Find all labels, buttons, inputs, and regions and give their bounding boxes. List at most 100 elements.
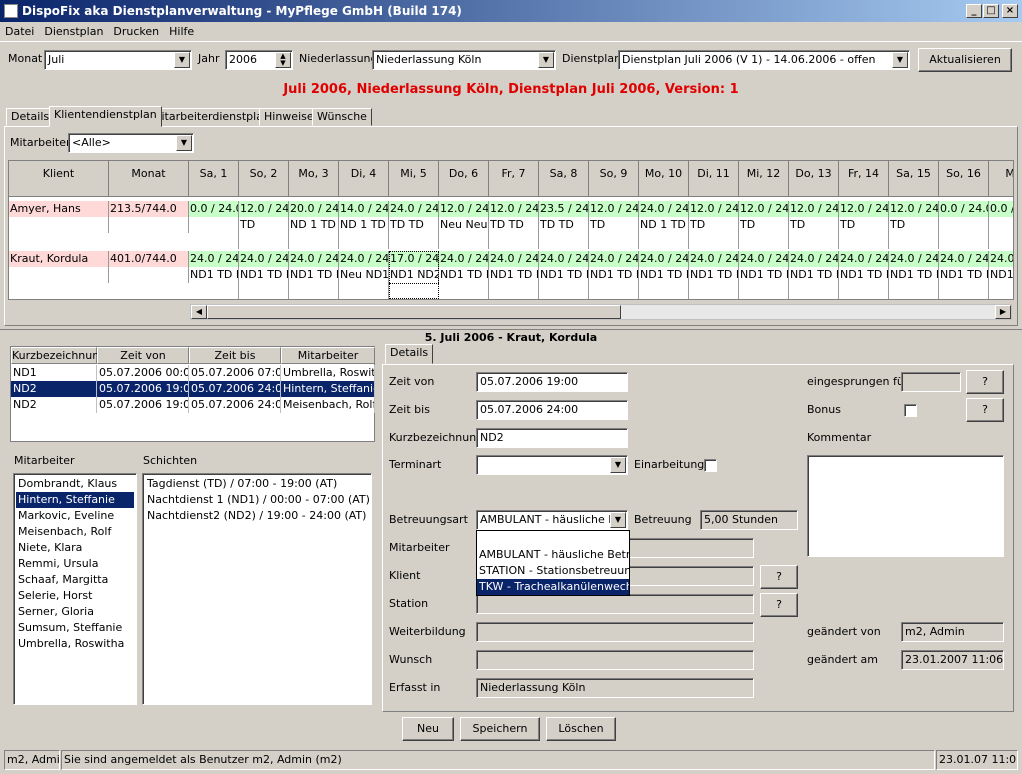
grid-cell[interactable]: ND1 TD N [189, 267, 239, 283]
maximize-button[interactable]: □ [983, 4, 999, 18]
grid-cell[interactable] [389, 233, 439, 249]
list-item[interactable]: Markovic, Eveline [16, 508, 134, 524]
grid-header[interactable]: Monat [109, 161, 189, 197]
neu-button[interactable]: Neu [402, 717, 454, 741]
grid-cell[interactable] [639, 283, 689, 299]
mitarbeiter-list[interactable]: Dombrandt, Klaus Hintern, Steffanie Markov… [13, 473, 137, 705]
list-item[interactable]: Selerie, Horst [16, 588, 134, 604]
minimize-button[interactable]: _ [966, 4, 982, 18]
grid-cell[interactable]: 24.0 / 24 [639, 201, 689, 217]
kommentar-textarea[interactable] [807, 455, 1004, 557]
grid-cell[interactable] [789, 233, 839, 249]
grid-cell[interactable]: 24.0 [989, 251, 1013, 267]
grid-cell[interactable] [189, 283, 239, 299]
tab-wuensche[interactable]: Wünsche [312, 108, 372, 126]
grid-cell[interactable] [339, 283, 389, 299]
grid-cell[interactable]: 24.0 / 24 [639, 251, 689, 267]
dienstplan-select[interactable]: Dienstplan Juli 2006 (V 1) - 14.06.2006 … [618, 50, 910, 70]
eingesprungen-lookup-button[interactable]: ? [966, 370, 1004, 394]
menu-datei[interactable]: Datei [0, 22, 39, 41]
grid-cell[interactable]: 24.0 / 24 [489, 251, 539, 267]
list-item[interactable]: Serner, Gloria [16, 604, 134, 620]
grid-cell[interactable]: TD [789, 217, 839, 233]
grid-header[interactable]: Mo, 3 [289, 161, 339, 197]
grid-cell[interactable]: TD [589, 217, 639, 233]
speichern-button[interactable]: Speichern [460, 717, 540, 741]
grid-cell[interactable]: 24.0 / 24 [889, 251, 939, 267]
list-item[interactable]: Hintern, Steffanie [16, 492, 134, 508]
grid-header[interactable]: Sa, 1 [189, 161, 239, 197]
grid-cell[interactable]: 24.0 / 24 [189, 251, 239, 267]
option-tkw[interactable]: TKW - Trachealkanülenwechsel [477, 579, 629, 595]
grid-cell[interactable] [839, 233, 889, 249]
grid-cell[interactable] [939, 283, 989, 299]
list-item[interactable]: Umbrella, Roswitha [16, 636, 134, 652]
monat-select[interactable]: Juli ▼ [44, 50, 192, 70]
grid-cell[interactable]: ND1 TD N [539, 267, 589, 283]
grid-cell[interactable]: 24.0 / 24 [389, 201, 439, 217]
grid-cell[interactable] [839, 283, 889, 299]
grid-cell[interactable]: 24.0 / 24 [789, 251, 839, 267]
option-station[interactable]: STATION - Stationsbetreuung [477, 563, 629, 579]
list-item[interactable]: Niete, Klara [16, 540, 134, 556]
grid-cell[interactable]: ND1 TD N [589, 267, 639, 283]
grid-cell[interactable] [9, 267, 109, 283]
grid-cell[interactable]: 24.0 / 24 [689, 251, 739, 267]
grid-cell[interactable] [239, 233, 289, 249]
schichten-list[interactable]: Tagdienst (TD) / 07:00 - 19:00 (AT) Nacht… [142, 473, 372, 705]
grid-cell[interactable]: ND1 TD N [939, 267, 989, 283]
grid-cell[interactable]: 12.0 / 24 [789, 201, 839, 217]
grid-cell[interactable] [739, 233, 789, 249]
grid-cell[interactable]: 20.0 / 24 [289, 201, 339, 217]
close-button[interactable]: × [1002, 4, 1018, 18]
grid-cell[interactable] [239, 283, 289, 299]
grid-cell[interactable]: 23.5 / 24 [539, 201, 589, 217]
grid-cell[interactable] [589, 233, 639, 249]
kurzbezeichnung-field[interactable]: ND2 [476, 428, 628, 448]
grid-cell[interactable]: 24.0 / 24 [439, 251, 489, 267]
grid-cell[interactable] [889, 283, 939, 299]
grid-cell[interactable]: 12.0 / 24 [589, 201, 639, 217]
grid-cell[interactable]: ND1 TD N [739, 267, 789, 283]
grid-cell[interactable] [189, 217, 239, 233]
list-item[interactable]: Nachtdienst 1 (ND1) / 00:00 - 07:00 (AT) [145, 492, 370, 508]
grid-cell[interactable]: 0.0 / 24.0 [189, 201, 239, 217]
tab-details-inner[interactable]: Details [385, 344, 434, 364]
grid-header[interactable]: Di, 11 [689, 161, 739, 197]
grid-header[interactable]: Klient [9, 161, 109, 197]
col-kurzbezeichnung[interactable]: Kurzbezeichnung [11, 347, 106, 364]
grid-cell[interactable]: TD [889, 217, 939, 233]
grid-header[interactable]: So, 9 [589, 161, 639, 197]
grid-cell[interactable] [789, 283, 839, 299]
grid-cell[interactable] [289, 283, 339, 299]
col-zeit-bis[interactable]: Zeit bis [189, 347, 281, 364]
terminart-select[interactable]: ▼ [476, 455, 628, 475]
grid-cell[interactable] [539, 283, 589, 299]
grid-cell[interactable]: Neu ND1 [339, 267, 389, 283]
grid-cell[interactable]: 12.0 / 24 [489, 201, 539, 217]
menu-drucken[interactable]: Drucken [108, 22, 164, 41]
grid-cell[interactable] [989, 217, 1013, 233]
grid-cell[interactable]: TD [739, 217, 789, 233]
tab-details[interactable]: Details [6, 108, 55, 126]
grid-cell[interactable]: 24.0 / 24 [239, 251, 289, 267]
grid-cell[interactable] [989, 233, 1013, 249]
grid-header[interactable]: Mi, 12 [739, 161, 789, 197]
grid-cell[interactable]: ND1 TD N [239, 267, 289, 283]
grid-cell[interactable]: ND 1 TD [289, 217, 339, 233]
grid-cell[interactable] [489, 233, 539, 249]
grid-cell[interactable] [939, 217, 989, 233]
grid-cell[interactable]: 12.0 / 24 [689, 201, 739, 217]
shifts-table[interactable]: Kurzbezeichnung Zeit von Zeit bis Mitarb… [10, 346, 375, 442]
table-row[interactable]: ND2 05.07.2006 19:00 05.07.2006 24:00 Meise… [11, 397, 375, 413]
list-item[interactable]: Meisenbach, Rolf [16, 524, 134, 540]
grid-cell[interactable]: ND1 TD N [289, 267, 339, 283]
grid-header[interactable]: Mo [989, 161, 1013, 197]
grid-cell[interactable]: 24.0 / 24 [539, 251, 589, 267]
grid-cell[interactable] [109, 267, 189, 283]
grid-cell[interactable] [439, 233, 489, 249]
menu-hilfe[interactable]: Hilfe [164, 22, 199, 41]
grid-cell[interactable]: 213.5/744.0 [109, 201, 189, 217]
grid-header[interactable]: Fr, 7 [489, 161, 539, 197]
grid-cell[interactable]: ND1 TD N [689, 267, 739, 283]
